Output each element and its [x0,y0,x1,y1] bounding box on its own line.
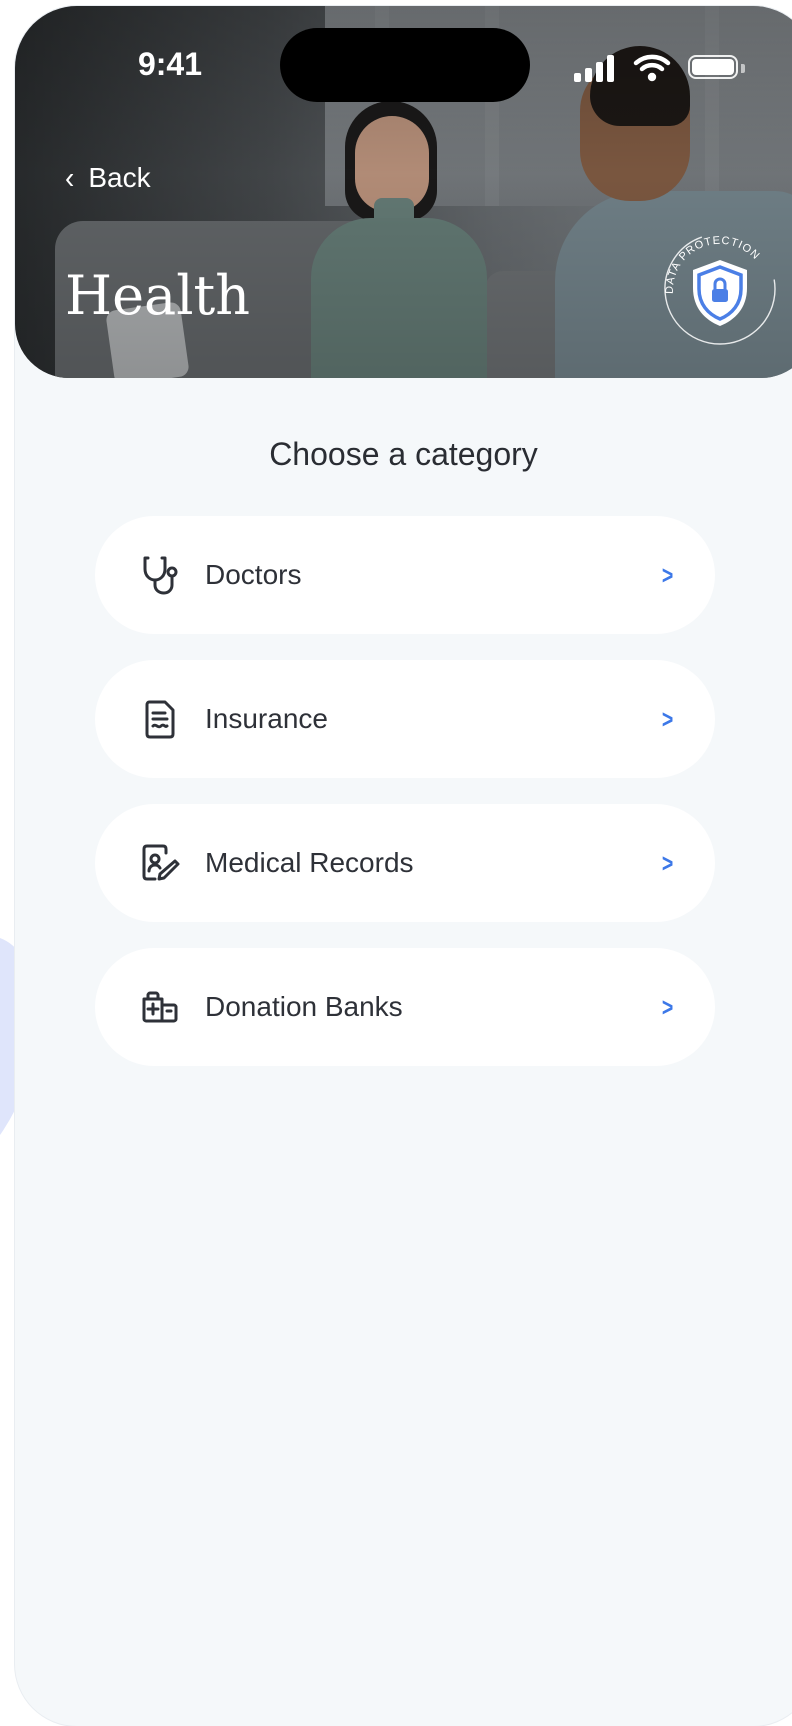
dynamic-island [280,28,530,102]
category-label: Medical Records [205,847,414,878]
data-protection-badge: DATA PROTECTION [664,233,776,345]
chevron-right-icon: > [661,991,674,1022]
category-donation-banks[interactable]: Donation Banks > [95,948,715,1066]
battery-icon [688,55,738,79]
category-doctors[interactable]: Doctors > [95,516,715,634]
back-button[interactable]: ‹ Back [65,160,151,195]
category-label: Donation Banks [205,991,403,1022]
page-title: Health [65,264,250,327]
hero-banner: 9:41 ‹ Back Health DATA PROTECTION [15,6,792,378]
signal-icon [574,73,581,82]
chevron-left-icon: ‹ [65,160,75,195]
chevron-right-icon: > [661,703,674,734]
category-label: Doctors [205,559,302,590]
donation-bank-icon [137,984,183,1030]
back-label: Back [88,162,151,193]
category-medical-records[interactable]: Medical Records > [95,804,715,922]
category-list: Doctors > Insurance > Medical Records > … [95,516,715,1092]
stethoscope-icon [137,552,183,598]
chevron-right-icon: > [661,559,674,590]
phone-screen: 9:41 ‹ Back Health DATA PROTECTION Choos… [15,6,792,1726]
category-insurance[interactable]: Insurance > [95,660,715,778]
status-time: 9:41 [137,46,203,82]
section-heading: Choose a category [269,436,538,472]
wifi-icon [633,54,671,82]
medical-record-icon [137,840,183,886]
status-icons [570,52,745,82]
category-label: Insurance [205,703,328,734]
chevron-right-icon: > [661,847,674,878]
shield-icon [693,260,747,326]
document-icon [137,696,183,742]
